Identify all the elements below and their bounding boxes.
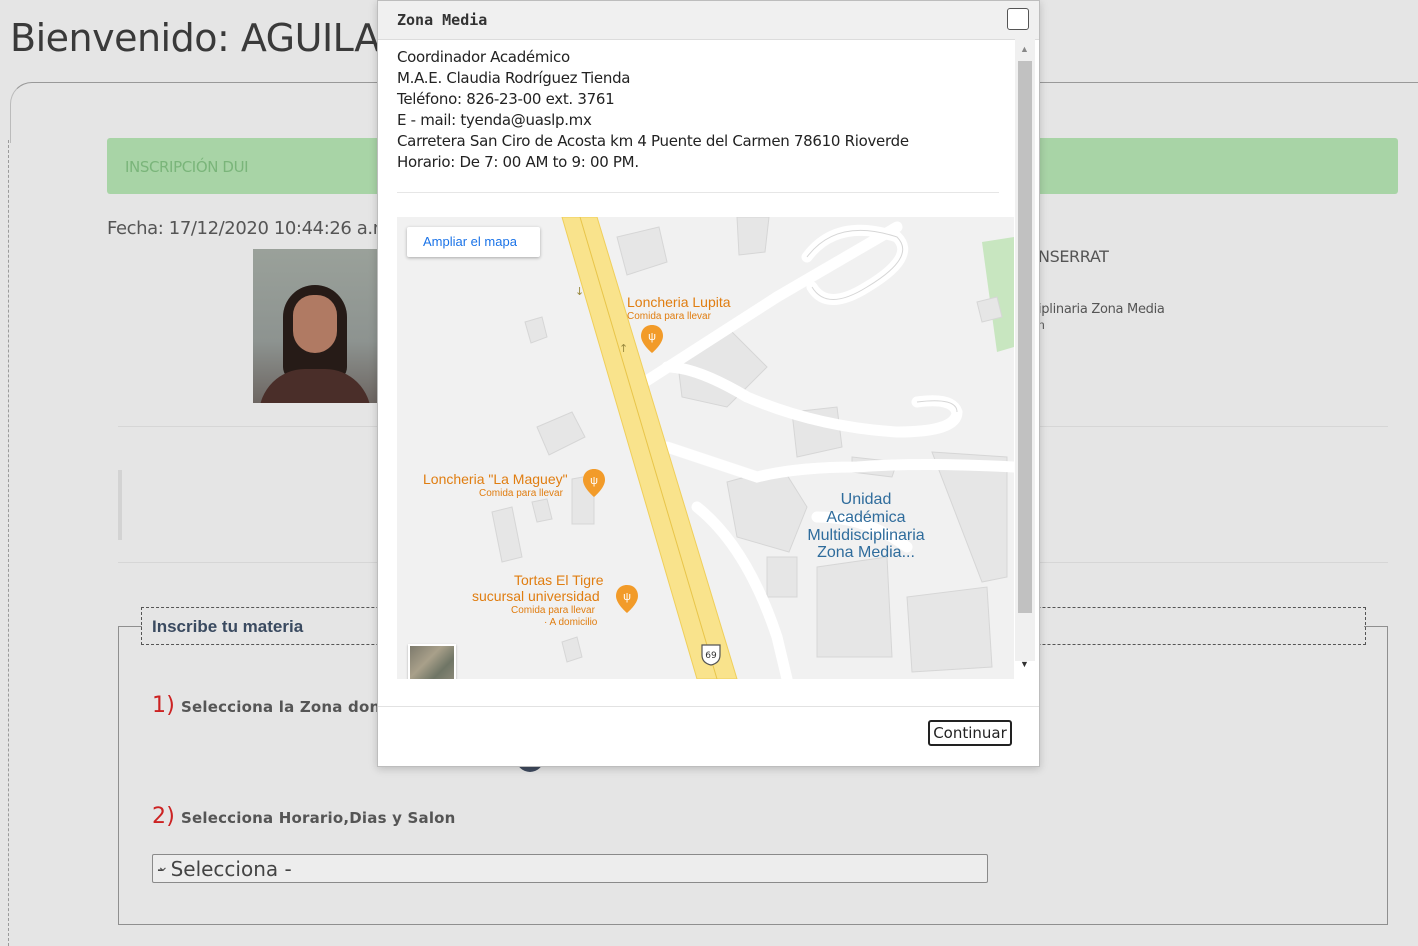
svg-text:↑: ↑: [619, 342, 628, 355]
dialog-titlebar: Zona Media: [378, 1, 1039, 40]
step2-text: Selecciona Horario,Dias y Salon: [180, 809, 456, 827]
student-unit-partial: iplinaria Zona Media: [1038, 302, 1165, 317]
step1-text: Selecciona la Zona dond: [180, 698, 392, 716]
step2-number: 2): [152, 804, 175, 829]
info-bar: [118, 470, 122, 540]
vertical-scrollbar[interactable]: ▲ ▼: [1015, 39, 1035, 669]
svg-text:ψ: ψ: [648, 331, 656, 343]
legend-text: Inscribe tu materia: [152, 617, 304, 636]
dialog-footer: Continuar: [378, 706, 1039, 767]
info-line: Horario: De 7: 00 AM to 9: 00 PM.: [397, 153, 639, 171]
step2-label: 2) Selecciona Horario,Dias y Salon: [152, 804, 456, 829]
highway-label: 69: [705, 651, 717, 661]
poi-sub: Comida para llevar: [511, 605, 596, 616]
poi-sub: · A domicilio: [544, 617, 598, 628]
divider: [397, 192, 999, 193]
dialog-body: Coordinador Académico M.A.E. Claudia Rod…: [378, 39, 1015, 701]
unidad-label-line: Multidisciplinaria: [807, 527, 924, 544]
info-line: Coordinador Académico: [397, 48, 570, 66]
horario-select[interactable]: - Selecciona - ⌄: [152, 854, 988, 883]
poi-name: Tortas El Tigre: [514, 572, 604, 588]
chevron-down-icon: ⌄: [157, 859, 169, 875]
poi-name: Loncheria "La Maguey": [423, 471, 568, 487]
info-line: M.A.E. Claudia Rodríguez Tienda: [397, 69, 631, 87]
map-canvas[interactable]: ↓ ↑ 69 Loncheria Lupita Comida para llev…: [397, 217, 1014, 679]
left-dashed-border: [8, 140, 9, 946]
unidad-label-line: Zona Media...: [817, 544, 915, 561]
poi-name: Loncheria Lupita: [627, 294, 731, 310]
dialog-title: Zona Media: [397, 11, 488, 29]
student-photo: [253, 249, 377, 403]
svg-text:ψ: ψ: [623, 591, 631, 603]
google-map[interactable]: ↓ ↑ 69 Loncheria Lupita Comida para llev…: [397, 217, 1014, 679]
unidad-label-line: Unidad: [841, 491, 892, 508]
info-line: Teléfono: 826-23-00 ext. 3761: [397, 90, 615, 108]
fecha-label: Fecha: 17/12/2020 10:44:26 a.m: [107, 218, 390, 239]
student-name-partial: NSERRAT: [1038, 247, 1109, 266]
ampliar-mapa-link[interactable]: Ampliar el mapa: [407, 227, 540, 257]
continuar-button[interactable]: Continuar: [928, 720, 1012, 746]
page: Bienvenido: AGUILAR INSCRIPCIÓN DUI Fech…: [0, 0, 1418, 946]
poi-sub: Comida para llevar: [627, 311, 712, 322]
info-line: E - mail: tyenda@uaslp.mx: [397, 111, 592, 129]
dialog-close-button[interactable]: [1007, 8, 1029, 30]
ampliar-label: Ampliar el mapa: [423, 234, 517, 249]
zona-media-dialog: Zona Media Coordinador Académico M.A.E. …: [377, 0, 1040, 767]
scroll-up-icon[interactable]: ▲: [1020, 44, 1029, 54]
svg-text:ψ: ψ: [590, 475, 598, 487]
poi-name: sucursal universidad: [472, 588, 600, 604]
satellite-toggle[interactable]: [408, 644, 456, 679]
step1-number: 1): [152, 693, 175, 718]
welcome-heading: Bienvenido: AGUILAR: [10, 16, 406, 60]
scroll-down-icon[interactable]: ▼: [1020, 659, 1029, 669]
svg-text:↓: ↓: [575, 285, 584, 298]
info-line: Carretera San Ciro de Acosta km 4 Puente…: [397, 132, 909, 150]
poi-sub: Comida para llevar: [479, 488, 564, 499]
unidad-label-line: Académica: [826, 509, 905, 526]
step1-label: 1) Selecciona la Zona dond: [152, 693, 391, 718]
coordinator-info: Coordinador Académico M.A.E. Claudia Rod…: [397, 47, 909, 173]
banner-title: INSCRIPCIÓN DUI: [125, 158, 249, 176]
scrollbar-thumb[interactable]: [1018, 61, 1032, 613]
